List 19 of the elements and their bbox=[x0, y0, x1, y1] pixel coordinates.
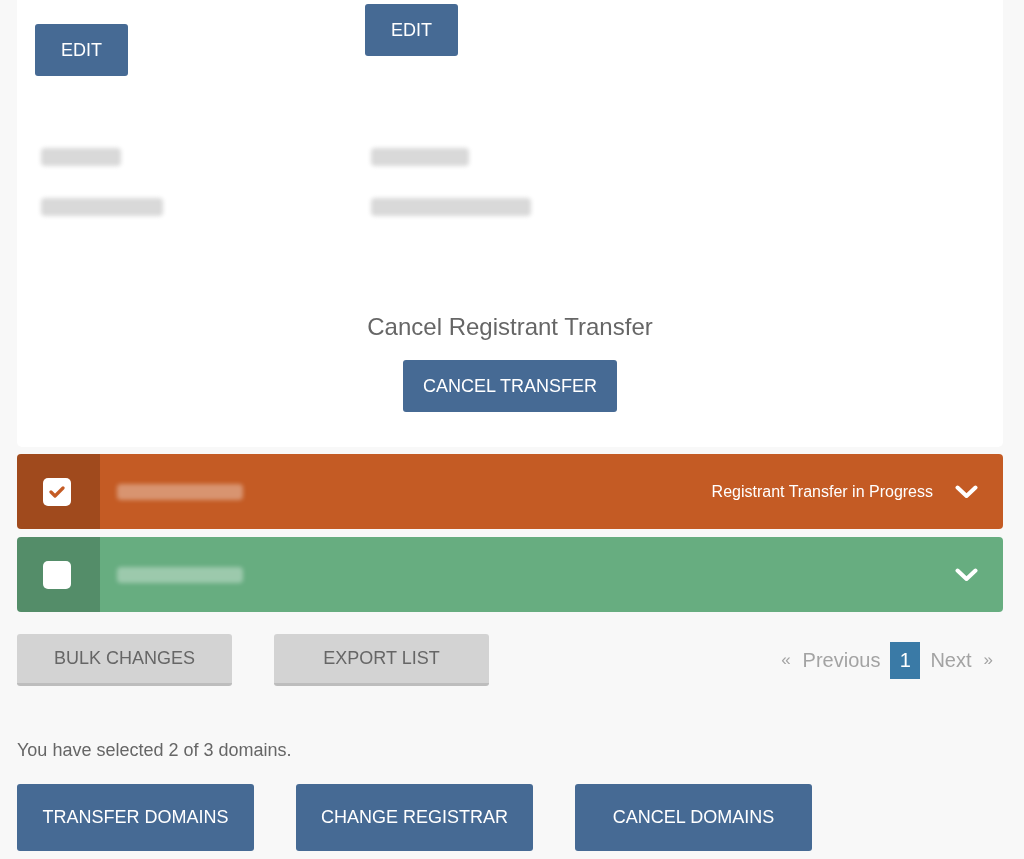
status-text: Registrant Transfer in Progress bbox=[711, 482, 933, 501]
domain-row[interactable]: Registrant Transfer in Progress bbox=[17, 454, 1003, 529]
checkbox[interactable] bbox=[43, 560, 71, 589]
section-heading: Cancel Registrant Transfer bbox=[367, 312, 653, 342]
selection-text: You have selected 2 of 3 domains. bbox=[17, 739, 293, 762]
edit-button[interactable]: EDIT bbox=[35, 24, 128, 76]
edit-button[interactable]: EDIT bbox=[365, 4, 458, 56]
check-icon bbox=[49, 485, 65, 498]
action-button[interactable]: CHANGE REGISTRAR bbox=[296, 784, 533, 851]
chevron-down-icon[interactable] bbox=[955, 484, 978, 499]
action-button[interactable]: CANCEL DOMAINS bbox=[575, 784, 812, 851]
page-number[interactable]: 1 bbox=[890, 641, 921, 679]
cancel-transfer-button[interactable]: CANCEL TRANSFER bbox=[403, 360, 617, 412]
action-button[interactable]: TRANSFER DOMAINS bbox=[17, 784, 254, 851]
domain-row[interactable] bbox=[17, 537, 1003, 612]
list-button[interactable]: BULK CHANGES bbox=[17, 634, 232, 686]
chevron-down-icon[interactable] bbox=[955, 567, 978, 582]
checkbox[interactable] bbox=[43, 477, 71, 506]
list-button[interactable]: EXPORT LIST bbox=[274, 634, 489, 686]
